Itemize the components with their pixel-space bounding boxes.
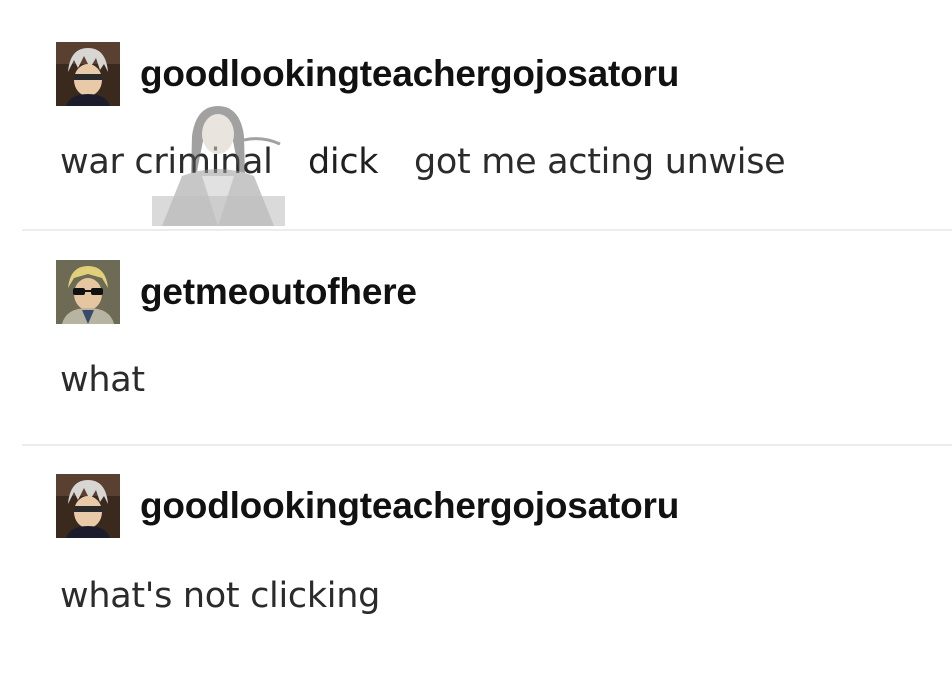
- username[interactable]: getmeoutofhere: [140, 271, 417, 313]
- username[interactable]: goodlookingteachergojosatoru: [140, 53, 679, 95]
- blonde-sunglasses-character-avatar-icon[interactable]: [56, 260, 120, 324]
- post-1: goodlookingteachergojosatoru war crimina…: [0, 0, 952, 228]
- post-header: goodlookingteachergojosatoru: [56, 474, 679, 538]
- post-text: what: [60, 360, 145, 400]
- white-haired-character-avatar-icon[interactable]: [56, 42, 120, 106]
- white-haired-character-avatar-icon[interactable]: [56, 474, 120, 538]
- post-text: what's not clicking: [60, 576, 381, 616]
- reblog-thread: goodlookingteachergojosatoru war crimina…: [0, 0, 952, 684]
- username[interactable]: goodlookingteachergojosatoru: [140, 485, 679, 527]
- post-2: getmeoutofhere what: [0, 230, 952, 444]
- post-header: goodlookingteachergojosatoru: [56, 42, 679, 106]
- post-header: getmeoutofhere: [56, 260, 417, 324]
- long-haired-character-sticker-icon: [152, 96, 285, 226]
- post-3: goodlookingteachergojosatoru what's not …: [0, 446, 952, 684]
- post-text-part: got me acting unwise: [414, 142, 786, 182]
- post-text-part: dick: [308, 142, 379, 182]
